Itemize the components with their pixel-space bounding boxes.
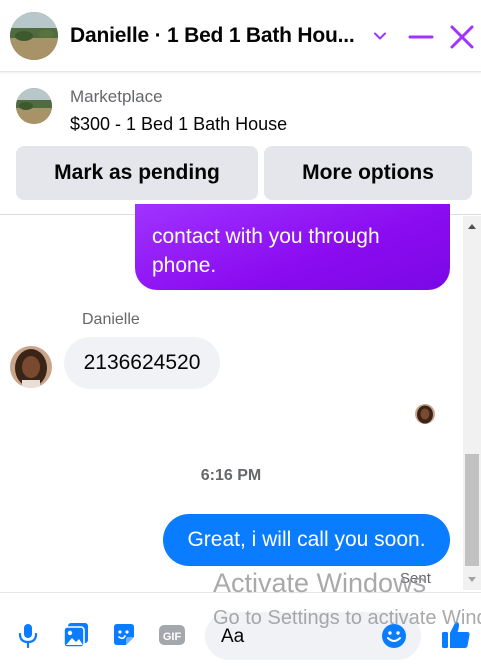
listing-title[interactable]: $300 - 1 Bed 1 Bath House — [70, 114, 287, 135]
scrollbar-thumb[interactable] — [465, 454, 479, 566]
image-icon[interactable] — [62, 621, 90, 649]
close-icon[interactable] — [449, 24, 475, 50]
marketplace-label: Marketplace — [70, 87, 163, 106]
chat-header: Danielle · 1 Bed 1 Bath Hou... — [0, 0, 481, 72]
gif-icon[interactable]: GIF — [158, 621, 186, 649]
microphone-icon[interactable] — [14, 621, 42, 649]
mark-as-pending-button[interactable]: Mark as pending — [16, 146, 258, 200]
activation-watermark-title: Activate Windows — [213, 568, 427, 598]
incoming-message-bubble[interactable]: 2136624520 — [64, 337, 220, 389]
gif-label: GIF — [163, 631, 182, 643]
chat-avatar[interactable] — [10, 12, 58, 60]
outgoing-message-bubble[interactable]: contact with you through phone. — [135, 204, 450, 290]
outgoing-message-bubble[interactable]: Great, i will call you soon. — [163, 514, 450, 566]
scroll-down-arrow-icon[interactable] — [463, 570, 481, 588]
more-options-button[interactable]: More options — [264, 146, 472, 200]
chat-title[interactable]: Danielle · 1 Bed 1 Bath Hou... — [70, 24, 360, 48]
sender-name: Danielle — [82, 311, 140, 328]
listing-thumbnail[interactable] — [16, 88, 52, 124]
sticker-icon[interactable] — [110, 621, 138, 649]
sender-avatar[interactable] — [10, 346, 52, 388]
chevron-down-icon[interactable] — [372, 28, 388, 44]
minimize-icon[interactable] — [408, 24, 434, 50]
activation-watermark-subtitle: Go to Settings to activate Windows. — [213, 607, 481, 629]
scroll-up-arrow-icon[interactable] — [463, 218, 481, 236]
seen-indicator-avatar — [415, 404, 435, 424]
message-timestamp: 6:16 PM — [200, 467, 262, 484]
